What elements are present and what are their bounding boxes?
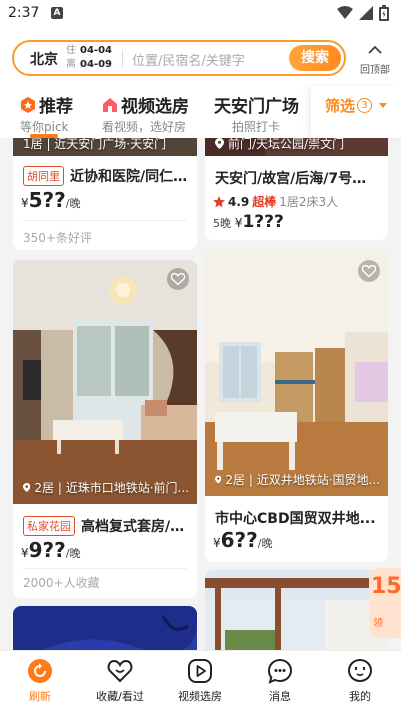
listing-location: 1居 | 近天安门广场·天安门	[23, 138, 167, 151]
listing-tag: 私家花园	[23, 516, 75, 536]
date-range[interactable]: 住 04-04 离 04-09	[66, 44, 112, 72]
listing-location: 2居 | 近双井地铁站·国贸地...	[215, 471, 380, 488]
tab-tiananmen[interactable]: 天安门广场 拍照打卡	[214, 92, 299, 135]
checkin-date: 04-04	[80, 45, 112, 56]
filter-label: 筛选	[325, 97, 356, 115]
divider	[23, 568, 187, 569]
profile-icon	[347, 658, 373, 683]
nav-refresh[interactable]: 刷新	[0, 657, 80, 704]
listing-photo	[13, 606, 197, 650]
listing-price: 5晚 ¥1???	[213, 212, 284, 232]
listing-price: ¥5??/晚	[21, 188, 81, 212]
status-bar: 2:37 A	[0, 0, 401, 28]
back-to-top-label: 回顶部	[360, 65, 390, 76]
listing-card[interactable]	[205, 570, 388, 650]
listing-card[interactable]: 2居 | 近双井地铁站·国贸地... 市中心CBD国贸双井地... ¥6??/晚	[205, 252, 388, 562]
notification-icon: A	[51, 7, 63, 19]
checkin-label: 住	[66, 45, 76, 56]
checkout-label: 离	[66, 59, 76, 70]
recommend-icon	[21, 96, 35, 113]
listing-location: 前门/天坛公园/崇文门	[215, 138, 380, 152]
listing-favorites: 2000+人收藏	[23, 576, 100, 590]
tab-video-sub: 看视频，选好房	[102, 120, 187, 134]
listing-title: 近协和医院/同仁...	[70, 169, 189, 185]
listing-price: ¥6??/晚	[213, 528, 273, 552]
nav-profile[interactable]: 我的	[320, 657, 400, 704]
filter-button[interactable]: 筛选 3	[311, 86, 401, 138]
heart-icon	[362, 265, 376, 277]
favorite-button[interactable]	[167, 268, 189, 290]
listing-tag: 胡同里	[23, 166, 64, 186]
heart-icon	[171, 273, 185, 285]
listing-title: 高档复式套房/7...	[81, 519, 189, 535]
filter-count: 3	[357, 98, 373, 113]
nav-refresh-label: 刷新	[29, 690, 51, 703]
nav-messages-label: 消息	[269, 690, 291, 703]
nav-favorites-label: 收藏/看过	[96, 690, 144, 703]
coupon-amount: 15	[371, 574, 401, 599]
battery-icon	[379, 5, 389, 21]
tab-recommend[interactable]: 推荐 等你pick	[20, 92, 73, 135]
tab-tiananmen-label: 天安门广场	[214, 97, 299, 117]
listing-photo	[205, 570, 388, 650]
listing-card[interactable]: 1居 | 近天安门广场·天安门 胡同里 近协和医院/同仁... ¥5??/晚 3…	[13, 138, 197, 250]
chevron-up-icon	[368, 45, 382, 54]
tab-video-label: 视频选房	[121, 97, 189, 117]
search-box[interactable]: 北京 住 04-04 离 04-09 位置/民宿名/关键字 搜索	[12, 40, 346, 76]
location-pin-icon	[215, 138, 224, 149]
listing-photo: 前门/天坛公园/崇文门	[205, 138, 388, 156]
star-icon	[213, 195, 225, 207]
tab-recommend-sub: 等你pick	[20, 120, 69, 134]
status-time: 2:37	[8, 5, 40, 21]
back-to-top-button[interactable]: 回顶部	[355, 40, 395, 76]
search-button[interactable]: 搜索	[289, 45, 341, 71]
listing-title: 天安门/故宫/后海/7号线...	[215, 171, 380, 187]
nav-video-label: 视频选房	[178, 690, 222, 703]
house-icon	[103, 97, 117, 112]
refresh-icon	[28, 659, 52, 683]
listing-card[interactable]: 2居 | 近珠市口地铁站·前门... 私家花园 高档复式套房/7... ¥9??…	[13, 260, 197, 598]
signal-icon	[359, 6, 373, 20]
heart-icon	[107, 659, 133, 683]
nav-profile-label: 我的	[349, 690, 371, 703]
category-tabs: 推荐 等你pick 视频选房 看视频，选好房 天安门广场 拍照打卡 筛选 3	[0, 86, 401, 138]
wifi-icon	[337, 6, 353, 19]
listing-photo: 2居 | 近双井地铁站·国贸地...	[205, 252, 388, 496]
listing-card[interactable]: 前门/天坛公园/崇文门 天安门/故宫/后海/7号线... 4.9 超棒 1居2床…	[205, 138, 388, 240]
listing-photo: 1居 | 近天安门广场·天安门	[13, 138, 197, 156]
nav-favorites[interactable]: 收藏/看过	[80, 657, 160, 704]
location-pin-icon	[23, 482, 31, 493]
coupon-label: 领	[373, 618, 383, 629]
tab-tiananmen-sub: 拍照打卡	[232, 120, 281, 134]
checkout-date: 04-09	[80, 59, 112, 70]
listing-price: ¥9??/晚	[21, 538, 81, 562]
chat-icon	[267, 658, 293, 684]
coupon-float-button[interactable]: 15 领	[369, 568, 401, 638]
nav-video[interactable]: 视频选房	[160, 657, 240, 704]
bottom-nav: 刷新 收藏/看过 视频选房 消息 我的	[0, 650, 401, 712]
listing-rating: 4.9 超棒 1居2床3人	[213, 193, 338, 210]
tab-video[interactable]: 视频选房 看视频，选好房	[102, 92, 189, 135]
caret-down-icon	[379, 103, 388, 108]
search-header: 北京 住 04-04 离 04-09 位置/民宿名/关键字 搜索 回顶部	[0, 28, 401, 86]
listing-feed: 1居 | 近天安门广场·天安门 胡同里 近协和医院/同仁... ¥5??/晚 3…	[0, 138, 401, 650]
listing-reviews: 350+条好评	[23, 231, 92, 245]
divider	[122, 50, 123, 68]
favorite-button[interactable]	[358, 260, 380, 282]
listing-location: 2居 | 近珠市口地铁站·前门...	[23, 479, 189, 496]
listing-title: 市中心CBD国贸双井地...	[215, 511, 376, 527]
listing-photo: 2居 | 近珠市口地铁站·前门...	[13, 260, 197, 504]
divider	[23, 220, 187, 221]
nav-messages[interactable]: 消息	[240, 657, 320, 704]
search-input[interactable]: 位置/民宿名/关键字	[132, 50, 245, 69]
video-icon	[188, 659, 212, 683]
tab-recommend-label: 推荐	[39, 97, 73, 117]
status-icons	[337, 5, 389, 21]
city-selector[interactable]: 北京	[30, 49, 58, 69]
listing-card[interactable]	[13, 606, 197, 650]
location-pin-icon	[215, 475, 222, 484]
